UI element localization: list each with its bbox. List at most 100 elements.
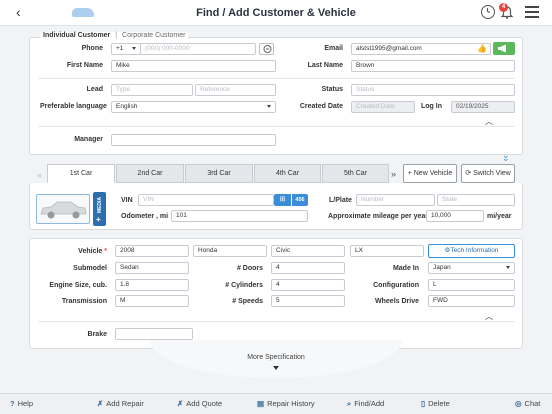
switch-view-label: Switch View [473,170,511,177]
speeds-input[interactable]: 5 [271,295,345,307]
email-input[interactable]: alstst1995@gmail.com 👍 [351,43,491,55]
email-label: Email [324,45,343,52]
manager-label: Manager [74,136,103,143]
manager-input[interactable] [111,134,276,146]
mileage-unit: mi/year [487,213,512,220]
doors-input[interactable]: 4 [271,262,345,274]
corporate-customer-option[interactable]: Corporate Customer [122,32,185,39]
email-value: alstst1995@gmail.com [356,45,422,52]
prev-car-arrow-icon[interactable]: « [37,170,42,180]
cylinders-input[interactable]: 4 [271,279,345,291]
brake-label: Brake [87,331,107,338]
new-vehicle-button[interactable]: + New Vehicle [403,164,457,183]
last-name-label: Last Name [307,62,343,69]
divider [38,321,515,322]
find-add-button[interactable]: ⌕ Find/Add [347,399,384,409]
page-title: Find / Add Customer & Vehicle [196,7,356,19]
status-input[interactable]: Status [351,84,515,96]
last-name-input[interactable]: Brown [351,60,515,72]
vin-label: VIN [121,197,133,204]
tab-1st-car[interactable]: 1st Car [47,164,115,183]
bottom-toolbar: ? Help ✗ Add Repair ✗ Add Quote ▤ Repair His… [0,393,552,414]
preferable-language-value: English [116,103,138,110]
engine-size-label: Engine Size, cub. [49,282,107,289]
log-in-label: Log In [421,103,442,110]
divider [38,78,515,79]
log-in-date-input: 02/19/2025 [451,101,515,113]
add-quote-button[interactable]: ✗ Add Quote [177,399,222,408]
created-date-label: Created Date [299,103,343,110]
vin-input[interactable]: VIN [138,194,274,206]
vehicle-make-input[interactable]: Honda [193,245,267,257]
chat-button[interactable]: ◎ Chat [515,399,540,408]
tab-3rd-car[interactable]: 3rd Car [185,164,253,183]
clock-icon[interactable] [481,5,495,19]
vehicle-trim-input[interactable]: LX [350,245,424,257]
thumbs-up-icon[interactable]: 👍 [477,44,487,54]
preferable-language-select[interactable]: English [111,101,276,113]
tab-2nd-car[interactable]: 2nd Car [116,164,184,183]
car-photo[interactable] [36,194,90,224]
car-silhouette-icon [40,201,87,219]
divider [38,126,515,127]
submodel-label: Submodel [73,265,107,272]
odometer-input[interactable]: 101 [171,210,308,222]
lead-type-input[interactable]: Type [111,84,193,96]
engine-size-input[interactable]: 1.8 [115,279,189,291]
tab-4th-car[interactable]: 4th Car [254,164,321,183]
collapse-chevron-up-icon[interactable]: ︿ [485,118,493,126]
more-specification-label[interactable]: More Specification [0,354,552,361]
doors-label: # Doors [236,265,263,272]
customer-type-selector: Individual Customer | Corporate Customer [40,32,189,39]
phone-lookup-button[interactable] [259,43,274,55]
status-label: Status [321,86,343,93]
lead-reference-input[interactable]: Reference [195,84,276,96]
megaphone-icon [498,44,506,53]
individual-customer-option[interactable]: Individual Customer [43,32,110,39]
mileage-input[interactable]: 10,000 [426,210,484,222]
odometer-label: Odometer , mi [121,213,169,220]
phone-input[interactable]: (000) 000-0000 [140,43,256,55]
next-car-arrow-icon[interactable]: » [391,169,396,179]
transmission-input[interactable]: M [115,295,189,307]
vehicle-label: Vehicle * [40,248,107,255]
media-button[interactable]: MEDIA + [93,192,106,226]
delete-button[interactable]: ▯ Delete [421,399,450,408]
transmission-label: Transmission [61,298,107,305]
configuration-label: Configuration [373,282,419,289]
top-bar: ‹ Find / Add Customer & Vehicle 4 [0,0,552,26]
help-button[interactable]: ? Help [10,399,33,408]
lead-label: Lead [86,86,103,93]
switch-view-icon: ⟳ [465,170,474,177]
expand-double-chevron-icon-2[interactable]: ⌄ [502,154,510,163]
vin-decode-button[interactable]: 456 [291,194,308,206]
notification-badge: 4 [499,3,508,12]
submodel-input[interactable]: Sedan [115,262,189,274]
phone-code-value: +1 [116,45,124,52]
configuration-input[interactable]: L [428,279,515,291]
chat-label: Chat [524,399,541,408]
add-quote-label: Add Quote [186,399,223,408]
vehicle-model-input[interactable]: Civic [271,245,345,257]
tab-5th-car[interactable]: 5th Car [322,164,389,183]
more-specification-caret-icon[interactable] [273,366,279,370]
phone-code-select[interactable]: +1 [111,43,141,55]
add-repair-button[interactable]: ✗ Add Repair [97,399,144,408]
phone-label: Phone [81,45,103,52]
plate-number-input[interactable]: Number [356,194,435,206]
menu-icon[interactable] [525,6,539,18]
brake-input[interactable] [115,328,193,340]
mileage-label: Approximate mileage per year [328,213,428,220]
wheels-drive-input[interactable]: FWD [428,295,515,307]
vin-scan-button[interactable]: ⊞ [274,194,291,206]
search-icon: ⌕ [347,399,352,408]
tech-information-button[interactable]: ⚙Tech Information [428,244,515,258]
made-in-select[interactable]: Japan [428,262,515,274]
repair-history-button[interactable]: ▤ Repair History [257,399,315,408]
switch-view-button[interactable]: ⟳ Switch View [461,164,515,183]
email-send-button[interactable] [493,42,515,55]
first-name-input[interactable]: Mike [111,60,276,72]
plate-state-input[interactable]: State [437,194,515,206]
vehicle-year-input[interactable]: 2008 [115,245,189,257]
collapse-chevron-up-icon[interactable]: ︿ [485,313,493,321]
